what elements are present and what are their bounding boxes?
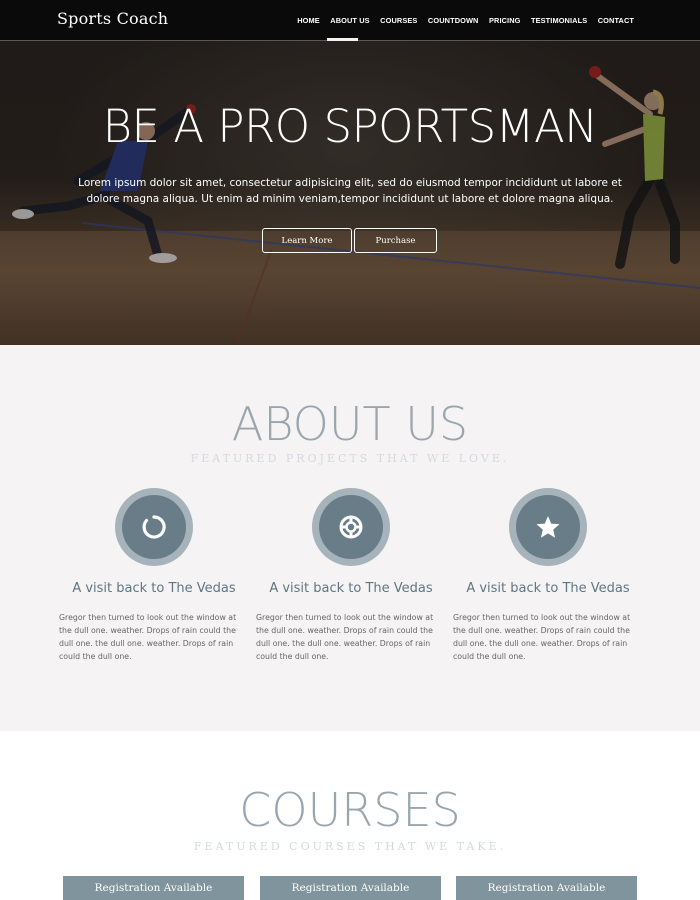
feature-icon-circle [115,488,193,566]
star-icon [536,516,560,538]
feature-icon-inner [516,495,580,559]
power-ring-icon [142,515,166,539]
nav-item-contact[interactable]: CONTACT [598,16,634,25]
registration-badge: Registration Available [456,876,637,900]
purchase-button[interactable]: Purchase [354,228,437,253]
hero-title: BE A PRO SPORTSMAN [102,100,598,153]
feature-icon-inner [319,495,383,559]
brand-logo[interactable]: Sports Coach [57,9,168,28]
feature-text: Gregor then turned to look out the windo… [256,613,434,661]
about-section: ABOUT US FEATURED PROJECTS THAT WE LOVE.… [0,345,700,731]
about-subtitle: FEATURED PROJECTS THAT WE LOVE. [190,452,510,465]
feature-card: A visit back to The Vedas Gregor then tu… [256,488,446,663]
nav-item-courses[interactable]: COURSES [380,16,417,25]
nav-item-about-us[interactable]: ABOUT US [330,16,369,25]
feature-icon-circle [312,488,390,566]
registration-badge: Registration Available [63,876,244,900]
feature-icon-inner [122,495,186,559]
learn-more-button[interactable]: Learn More [262,228,352,253]
registration-badge: Registration Available [260,876,441,900]
about-title: ABOUT US [231,397,469,451]
feature-title: A visit back to The Vedas [466,581,630,596]
courses-title: COURSES [239,783,461,837]
feature-title: A visit back to The Vedas [269,581,433,596]
feature-title: A visit back to The Vedas [72,581,236,596]
nav-item-home[interactable]: HOME [297,16,320,25]
nav-item-pricing[interactable]: PRICING [489,16,521,25]
nav-item-testimonials[interactable]: TESTIMONIALS [531,16,587,25]
feature-card: A visit back to The Vedas Gregor then tu… [59,488,249,663]
hero-description: Lorem ipsum dolor sit amet, consectetur … [78,177,622,205]
lifebuoy-icon [339,515,363,539]
main-menu: HOME ABOUT US COURSES COUNTDOWN PRICING … [297,0,634,41]
feature-text: Gregor then turned to look out the windo… [59,613,237,661]
hero-banner: BE A PRO SPORTSMAN Lorem ipsum dolor sit… [0,41,700,345]
courses-section: COURSES FEATURED COURSES THAT WE TAKE. R… [0,731,700,900]
feature-card: A visit back to The Vedas Gregor then tu… [453,488,643,663]
active-nav-indicator [327,38,358,41]
nav-item-countdown[interactable]: COUNTDOWN [428,16,479,25]
top-navbar: Sports Coach HOME ABOUT US COURSES COUNT… [0,0,700,41]
feature-icon-circle [509,488,587,566]
feature-text: Gregor then turned to look out the windo… [453,613,631,661]
courses-subtitle: FEATURED COURSES THAT WE TAKE. [193,840,507,853]
